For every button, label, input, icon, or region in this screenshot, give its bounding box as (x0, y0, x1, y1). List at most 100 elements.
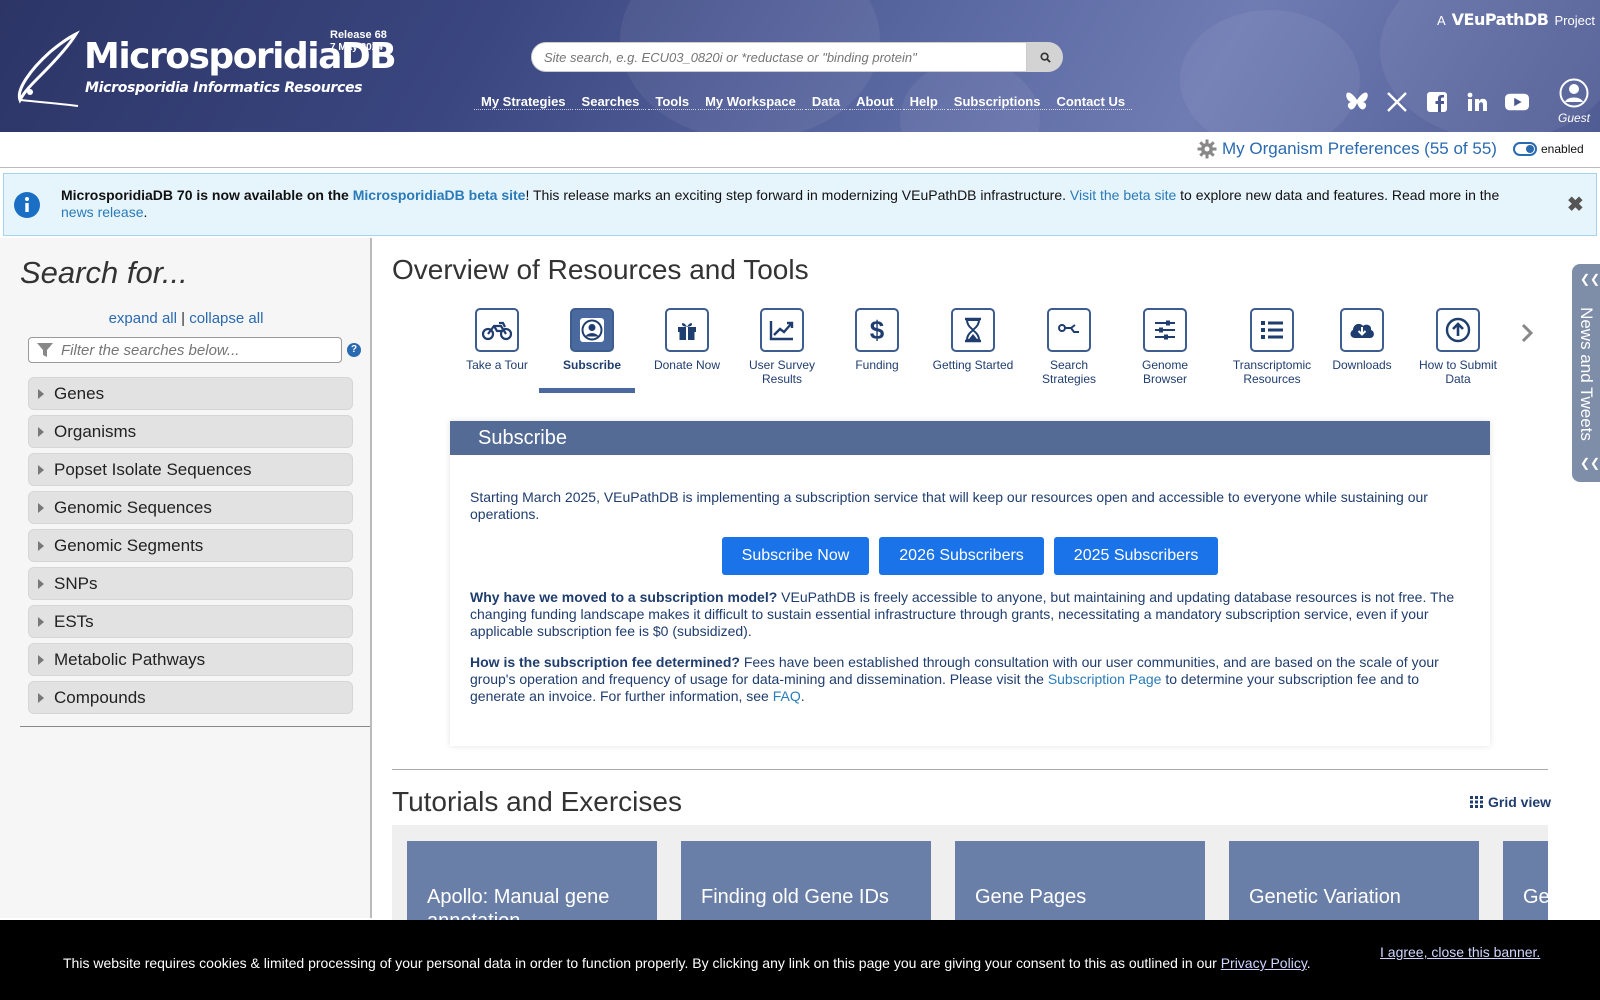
site-search-input[interactable] (531, 42, 1027, 72)
link-separator: | (181, 310, 186, 327)
subscribe-panel: Subscribe Starting March 2025, VEuPathDB… (450, 421, 1490, 746)
chevron-right-icon[interactable] (1520, 322, 1534, 344)
why-subscription-paragraph: Why have we moved to a subscription mode… (470, 589, 1470, 640)
line-chart-icon (769, 321, 794, 341)
grid-view-label: Grid view (1488, 794, 1552, 810)
subscribers-2026-button[interactable]: 2026 Subscribers (879, 537, 1044, 575)
linkedin-icon[interactable] (1465, 90, 1489, 114)
announcement-part3: to explore new data and features. Read m… (1176, 187, 1500, 203)
category-compounds[interactable]: Compounds (28, 681, 353, 714)
nav-contact-us[interactable]: Contact Us (1049, 94, 1133, 110)
tool-label: Downloads (1332, 358, 1392, 372)
tool-search-strategies[interactable]: Search Strategies (1024, 308, 1114, 386)
subscription-page-link[interactable]: Subscription Page (1048, 671, 1162, 687)
tool-user-survey-results[interactable]: User Survey Results (737, 308, 827, 386)
subscribe-buttons: Subscribe Now 2026 Subscribers 2025 Subs… (470, 537, 1470, 575)
brand-suffix: Project (1554, 13, 1595, 28)
tool-label: Genome Browser (1141, 358, 1189, 386)
tool-getting-started[interactable]: Getting Started (928, 308, 1018, 372)
expand-all-link[interactable]: expand all (109, 310, 177, 327)
nav-searches[interactable]: Searches (574, 94, 647, 110)
fee-paragraph: How is the subscription fee determined? … (470, 654, 1470, 705)
category-genomic-sequences[interactable]: Genomic Sequences (28, 491, 353, 524)
strategy-icon (1058, 324, 1079, 333)
category-label: Genomic Segments (54, 535, 204, 555)
organism-preferences-toggle[interactable]: enabled (1513, 142, 1584, 156)
facebook-icon[interactable] (1425, 90, 1449, 114)
news-and-tweets-tab[interactable]: ❮❮ News and Tweets ❮❮ (1572, 264, 1600, 482)
category-genes[interactable]: Genes (28, 377, 353, 410)
main-nav: My Strategies Searches Tools My Workspac… (474, 94, 1134, 110)
faq-link[interactable]: FAQ (773, 688, 801, 704)
subscribe-panel-body: Starting March 2025, VEuPathDB is implem… (450, 455, 1490, 705)
subscribers-2025-button[interactable]: 2025 Subscribers (1053, 537, 1219, 575)
news-tab-label: News and Tweets (1577, 307, 1596, 441)
fee-question: How is the subscription fee determined? (470, 654, 740, 670)
category-genomic-segments[interactable]: Genomic Segments (28, 529, 353, 562)
expand-collapse-links: expand all | collapse all (0, 310, 372, 327)
tool-funding[interactable]: $ Funding (832, 308, 922, 372)
bluesky-icon[interactable] (1345, 90, 1369, 114)
tool-donate-now[interactable]: Donate Now (642, 308, 732, 372)
overview-title: Overview of Resources and Tools (392, 254, 809, 285)
close-icon[interactable]: ✖ (1567, 192, 1584, 217)
tool-take-a-tour[interactable]: Take a Tour (452, 308, 542, 372)
tool-label: Take a Tour (466, 358, 528, 372)
brand-name: VEuPathDB (1451, 10, 1549, 29)
category-ests[interactable]: ESTs (28, 605, 353, 638)
cookie-banner: This website requires cookies & limited … (0, 920, 1600, 1000)
release-label: Release 68 (330, 29, 387, 41)
expand-arrow-icon (38, 426, 44, 437)
news-release-link[interactable]: news release (61, 204, 144, 220)
nav-data[interactable]: Data (804, 94, 848, 110)
expand-arrow-icon (38, 388, 44, 399)
grid-view-button[interactable]: Grid view (1470, 794, 1551, 810)
nav-about[interactable]: About (849, 94, 901, 110)
announcement-banner: MicrosporidiaDB 70 is now available on t… (3, 173, 1597, 236)
nav-subscriptions[interactable]: Subscriptions (946, 94, 1048, 110)
cookie-message: This website requires cookies & limited … (63, 955, 1221, 971)
tool-transcriptomic-resources[interactable]: Transcriptomic Resources (1220, 308, 1324, 386)
category-snps[interactable]: SNPs (28, 567, 353, 600)
site-search-button[interactable] (1027, 42, 1063, 72)
tool-downloads[interactable]: Downloads (1317, 308, 1407, 372)
tool-genome-browser[interactable]: Genome Browser (1120, 308, 1210, 386)
x-twitter-icon[interactable] (1385, 90, 1409, 114)
search-icon (1039, 51, 1051, 63)
youtube-icon[interactable] (1505, 90, 1529, 114)
category-metabolic-pathways[interactable]: Metabolic Pathways (28, 643, 353, 676)
cookie-close-link[interactable]: I agree, close this banner. (1380, 944, 1540, 960)
user-label: Guest (1557, 111, 1590, 125)
beta-site-link[interactable]: MicrosporidiaDB beta site (353, 187, 526, 203)
search-sidebar: Search for... expand all | collapse all … (0, 238, 372, 918)
announcement-text: MicrosporidiaDB 70 is now available on t… (61, 187, 1521, 221)
help-icon[interactable]: ? (347, 343, 361, 357)
category-popset-isolate-sequences[interactable]: Popset Isolate Sequences (28, 453, 353, 486)
expand-arrow-icon (38, 692, 44, 703)
organism-preferences-bar: My Organism Preferences (55 of 55) enabl… (0, 132, 1600, 168)
nav-my-strategies[interactable]: My Strategies (474, 94, 573, 110)
subscribe-now-button[interactable]: Subscribe Now (721, 537, 870, 575)
tool-how-to-submit-data[interactable]: How to Submit Data (1413, 308, 1503, 386)
nav-my-workspace[interactable]: My Workspace (698, 94, 803, 110)
sidebar-divider (20, 726, 370, 727)
double-chevron-icon: ❮❮ (1580, 456, 1600, 470)
category-organisms[interactable]: Organisms (28, 415, 353, 448)
collapse-all-link[interactable]: collapse all (189, 310, 263, 327)
nav-tools[interactable]: Tools (648, 94, 697, 110)
privacy-policy-link[interactable]: Privacy Policy (1221, 955, 1307, 971)
category-label: ESTs (54, 611, 94, 631)
tool-label: Donate Now (653, 358, 721, 372)
user-avatar-icon (1559, 78, 1589, 108)
cookie-end: . (1306, 955, 1311, 971)
subscribe-panel-header: Subscribe (450, 421, 1490, 455)
sidebar-title: Search for... (20, 255, 188, 290)
veupathdb-brand[interactable]: A VEuPathDB Project (1437, 10, 1595, 29)
search-filter-input[interactable] (61, 341, 331, 359)
visit-beta-link[interactable]: Visit the beta site (1070, 187, 1176, 203)
user-menu[interactable]: Guest (1556, 78, 1592, 125)
tool-subscribe[interactable]: Subscribe (547, 308, 637, 372)
organism-preferences-link[interactable]: My Organism Preferences (55 of 55) (1197, 139, 1497, 159)
nav-help[interactable]: Help (902, 94, 945, 110)
microsporidia-logo-icon[interactable] (10, 30, 82, 110)
